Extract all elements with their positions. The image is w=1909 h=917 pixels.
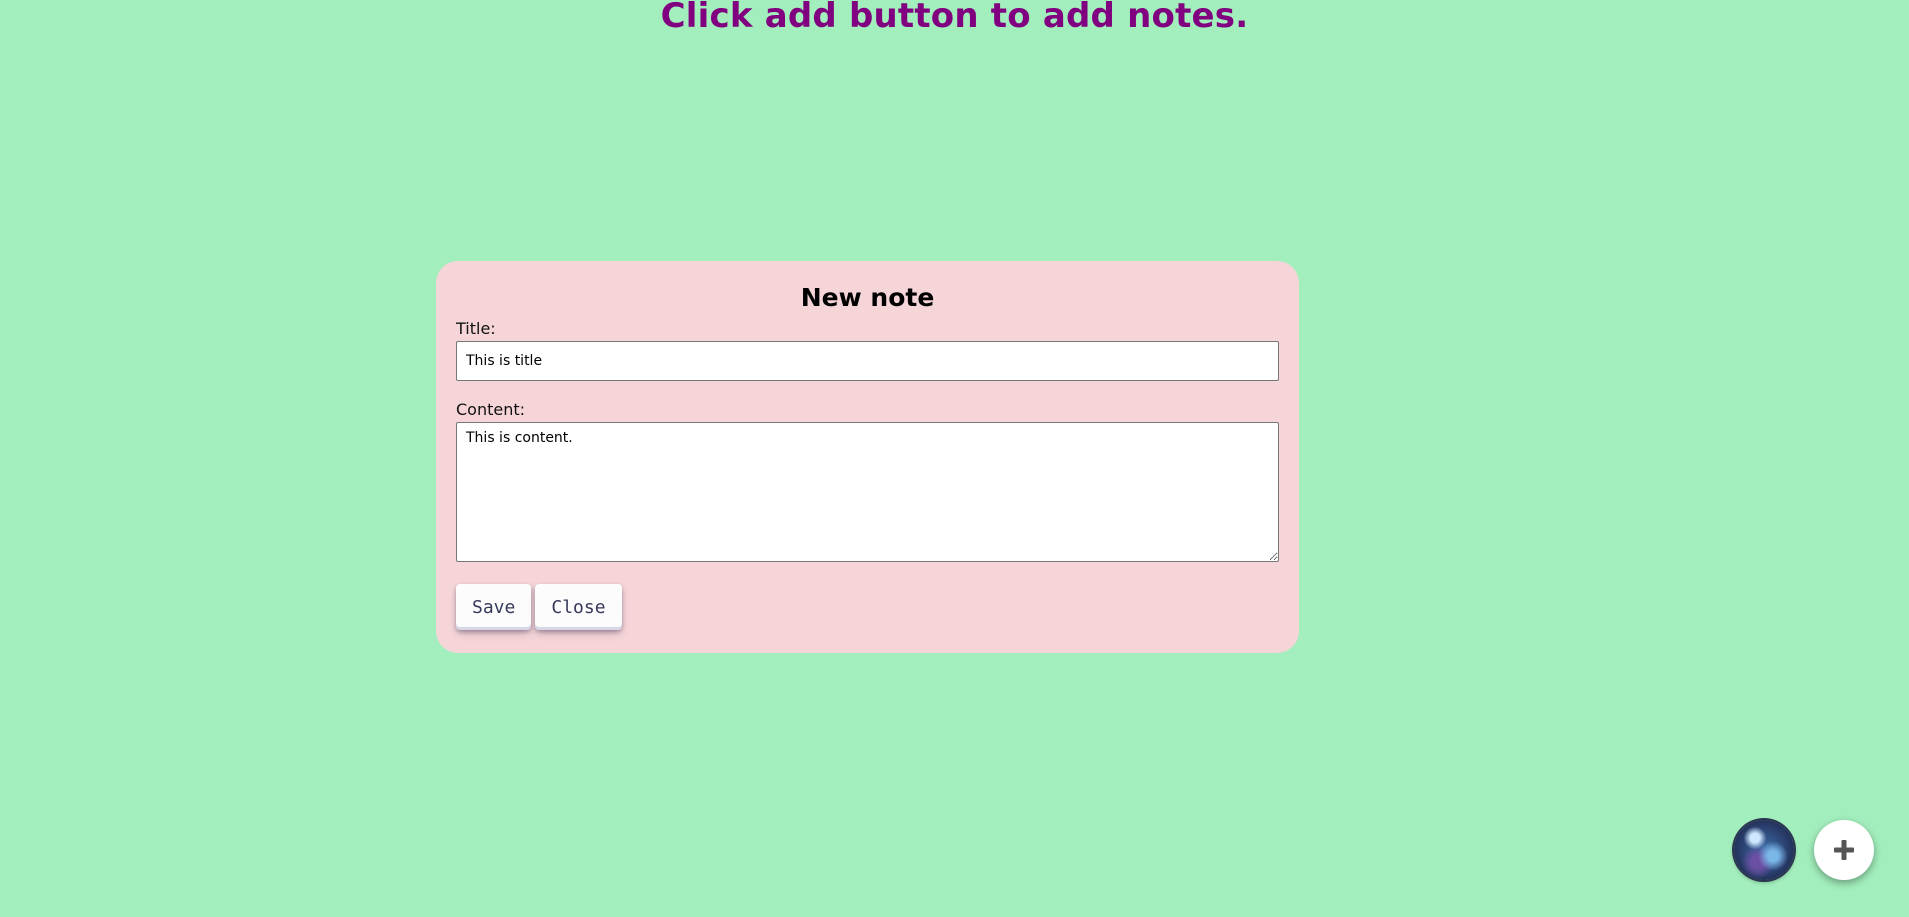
modal-title: New note: [800, 283, 935, 312]
content-label: Content:: [456, 400, 526, 419]
plus-icon: [1834, 840, 1854, 860]
globe-avatar-icon[interactable]: [1734, 820, 1794, 880]
title-input[interactable]: [456, 341, 1279, 381]
close-button[interactable]: Close: [535, 584, 622, 630]
title-label: Title:: [456, 319, 496, 338]
add-note-button[interactable]: [1814, 820, 1874, 880]
save-button[interactable]: Save: [456, 584, 532, 630]
page-heading: Click add button to add notes.: [660, 0, 1249, 36]
content-textarea[interactable]: This is content.: [456, 422, 1279, 562]
modal-actions: Save Close: [456, 584, 1279, 630]
new-note-modal: New note Title: Content: This is content…: [436, 261, 1299, 653]
page: Click add button to add notes. New note …: [0, 0, 1909, 917]
